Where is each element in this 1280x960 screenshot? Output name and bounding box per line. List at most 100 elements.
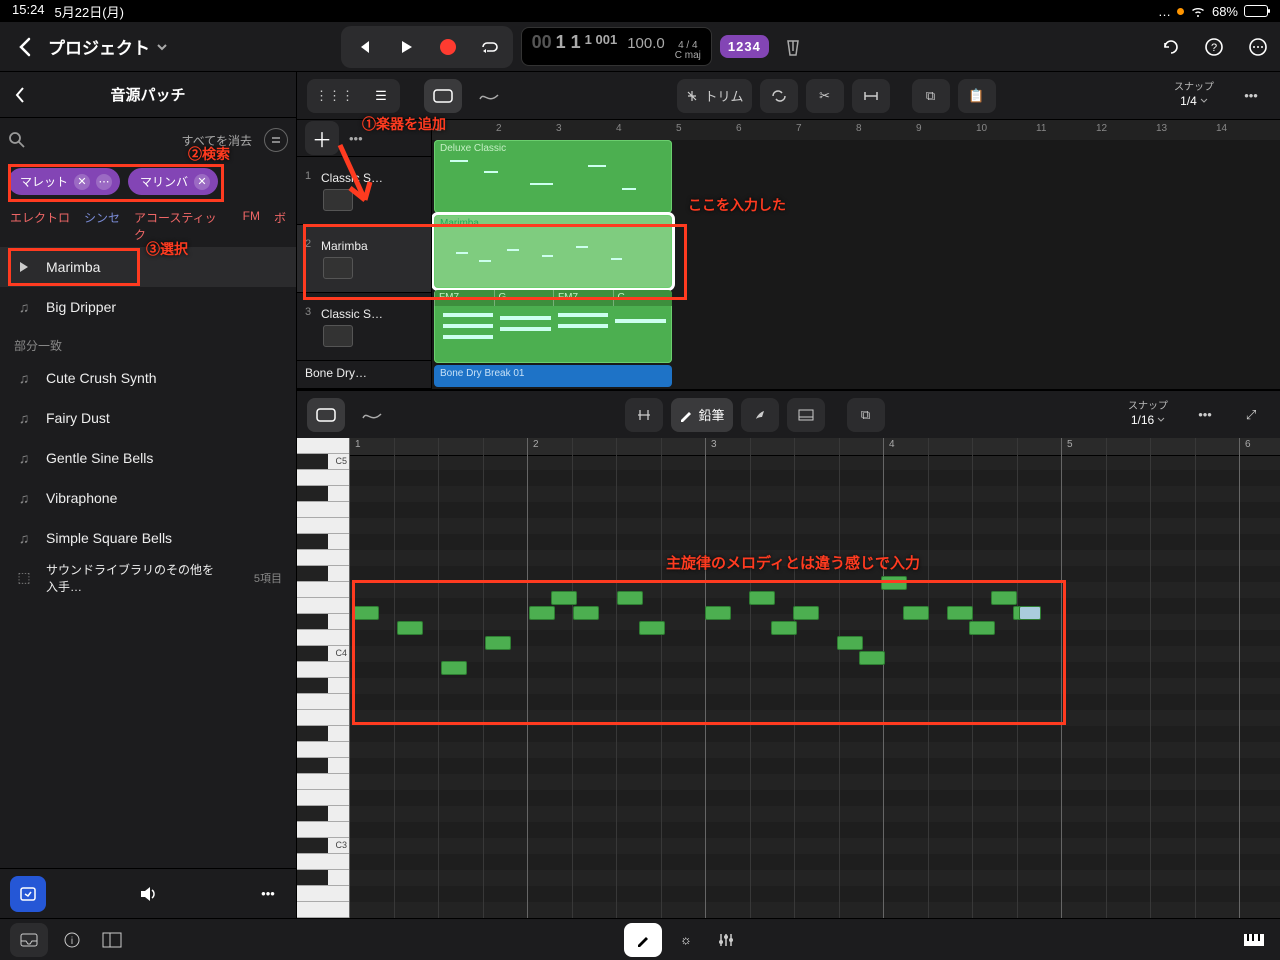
- editor-ruler: 123456: [349, 438, 1280, 456]
- mixer-icon[interactable]: [710, 921, 742, 959]
- copy-icon[interactable]: ⧉: [912, 79, 950, 113]
- beat-counter-badge[interactable]: 1234: [720, 35, 769, 58]
- undo-icon[interactable]: [1154, 28, 1186, 66]
- quantize-icon[interactable]: [625, 398, 663, 432]
- patch-item[interactable]: ♫Simple Square Bells: [0, 518, 296, 558]
- velocity-tool-icon[interactable]: [787, 398, 825, 432]
- arrange-snap[interactable]: スナップ1/4: [1164, 82, 1224, 108]
- piano-roll-grid[interactable]: 123456: [349, 438, 1280, 918]
- battery-icon: [1244, 5, 1268, 17]
- patch-item[interactable]: ♫Gentle Sine Bells: [0, 438, 296, 478]
- clear-all-button[interactable]: すべてを消去: [182, 132, 252, 149]
- filter-tag-marimba[interactable]: マリンバ✕: [128, 168, 218, 195]
- add-track-button[interactable]: ＋: [305, 121, 339, 155]
- region-drums[interactable]: Bone Dry Break 01: [434, 365, 672, 387]
- track-header-1[interactable]: 1Classic S…: [297, 157, 431, 225]
- trim-button[interactable]: トリム: [677, 79, 752, 113]
- filter-tag-mallet[interactable]: マレット✕⋯: [8, 168, 120, 195]
- scissors-icon[interactable]: ✂: [806, 79, 844, 113]
- metronome-icon[interactable]: [777, 28, 809, 66]
- back-chevron-icon[interactable]: [6, 28, 44, 66]
- track-header-2[interactable]: 2Marimba: [297, 225, 431, 293]
- note-icon: ♫: [14, 368, 34, 388]
- piano-keyboard[interactable]: C5C4C3: [297, 438, 349, 918]
- instrument-icon: [323, 189, 353, 211]
- view-list-icon[interactable]: ☰: [362, 79, 400, 113]
- patch-item[interactable]: ♫Fairy Dust: [0, 398, 296, 438]
- sound-library-link[interactable]: ⬚サウンドライブラリのその他を入手…5項目: [0, 558, 296, 598]
- instrument-icon: [323, 325, 353, 347]
- marquee-tool-icon[interactable]: [424, 79, 462, 113]
- note-icon: ♫: [14, 488, 34, 508]
- automation-view-icon[interactable]: [353, 398, 391, 432]
- record-button[interactable]: [429, 30, 467, 64]
- category-row[interactable]: エレクトロシンセアコースティックFMボ: [0, 205, 296, 247]
- editor-snap[interactable]: スナップ1/16: [1118, 401, 1178, 427]
- transport-controls: [341, 26, 513, 68]
- editor-expand-icon[interactable]: ⤢: [1232, 398, 1270, 432]
- library-sidebar: 音源パッチ すべてを消去 マレット✕⋯ マリンバ✕ エレクトロシンセアコースティ…: [0, 72, 297, 918]
- join-icon[interactable]: [852, 79, 890, 113]
- section-header: 部分一致: [0, 327, 296, 358]
- tag-more-icon[interactable]: ⋯: [96, 174, 112, 190]
- loop-browser-icon[interactable]: [10, 876, 46, 912]
- paste-icon[interactable]: 📋: [958, 79, 996, 113]
- cycle-button[interactable]: [471, 30, 509, 64]
- filter-options-icon[interactable]: [264, 128, 288, 152]
- tag-remove-icon[interactable]: ✕: [74, 174, 90, 190]
- region-view-icon[interactable]: [307, 398, 345, 432]
- wifi-icon: [1190, 5, 1206, 17]
- region-marimba-selected[interactable]: Marimba: [434, 215, 672, 288]
- track-header-4[interactable]: Bone Dry…: [297, 361, 431, 389]
- speaker-icon[interactable]: [130, 876, 166, 912]
- editor-copy-icon[interactable]: ⧉: [847, 398, 885, 432]
- filter-tags: マレット✕⋯ マリンバ✕: [0, 162, 296, 205]
- brightness-icon[interactable]: ☼: [670, 921, 702, 959]
- region-chords[interactable]: FM7GFM7C: [434, 290, 672, 363]
- arrange-toolbar: ⋮⋮⋮☰ トリム ✂ ⧉ 📋 スナップ1/4 •••: [297, 72, 1280, 120]
- pencil-tool-button[interactable]: 鉛筆: [671, 398, 733, 432]
- status-date: 5月22日(月): [55, 2, 124, 21]
- sidebar-back-icon[interactable]: [4, 76, 36, 114]
- patch-item[interactable]: ♫Cute Crush Synth: [0, 358, 296, 398]
- download-box-icon: ⬚: [14, 568, 34, 588]
- go-to-start-button[interactable]: [345, 30, 383, 64]
- status-time: 15:24: [12, 2, 45, 21]
- split-view-icon[interactable]: [96, 921, 128, 959]
- musical-typing-icon[interactable]: [1238, 921, 1270, 959]
- patch-list[interactable]: Marimba ♫Big Dripper 部分一致 ♫Cute Crush Sy…: [0, 247, 296, 868]
- patch-item[interactable]: ♫Big Dripper: [0, 287, 296, 327]
- brush-tool-icon[interactable]: [741, 398, 779, 432]
- tag-remove-icon[interactable]: ✕: [194, 174, 210, 190]
- arrange-area: ＋ ••• 1Classic S… 2Marimba 3Classic S… B…: [297, 120, 1280, 390]
- inbox-icon[interactable]: [10, 923, 48, 957]
- track-options-icon[interactable]: •••: [349, 131, 363, 146]
- project-dropdown[interactable]: プロジェクト: [48, 34, 168, 59]
- play-icon: [14, 257, 34, 277]
- editor-more-icon[interactable]: •••: [1186, 398, 1224, 432]
- editor-toolbar: 鉛筆 ⧉ スナップ1/16 ••• ⤢: [297, 390, 1280, 438]
- play-button[interactable]: [387, 30, 425, 64]
- sidebar-title: 音源パッチ: [36, 84, 260, 105]
- patch-item[interactable]: ♫Vibraphone: [0, 478, 296, 518]
- chevron-down-icon: [156, 41, 168, 53]
- location-indicator-icon: [1177, 8, 1184, 15]
- loop-tool-icon[interactable]: [760, 79, 798, 113]
- view-grid-icon[interactable]: ⋮⋮⋮: [307, 79, 362, 113]
- arrange-more-icon[interactable]: •••: [1232, 79, 1270, 113]
- note-icon: ♫: [14, 297, 34, 317]
- note-icon: ♫: [14, 528, 34, 548]
- arrange-grid[interactable]: /*populated below*/ 1234567891011121314 …: [432, 120, 1280, 389]
- pencil-bottom-icon[interactable]: [624, 923, 662, 957]
- search-icon[interactable]: [8, 131, 26, 149]
- patch-item-marimba[interactable]: Marimba: [0, 247, 296, 287]
- svg-text:i: i: [71, 936, 73, 947]
- track-header-3[interactable]: 3Classic S…: [297, 293, 431, 361]
- automation-tool-icon[interactable]: [470, 79, 508, 113]
- help-icon[interactable]: ?: [1198, 28, 1230, 66]
- more-dots-icon[interactable]: [1242, 28, 1274, 66]
- region-deluxe-classic[interactable]: Deluxe Classic: [434, 140, 672, 213]
- info-icon[interactable]: i: [56, 921, 88, 959]
- more-icon[interactable]: •••: [250, 876, 286, 912]
- lcd-display[interactable]: 001 1 1 001 100.0 4 / 4C maj: [521, 27, 712, 66]
